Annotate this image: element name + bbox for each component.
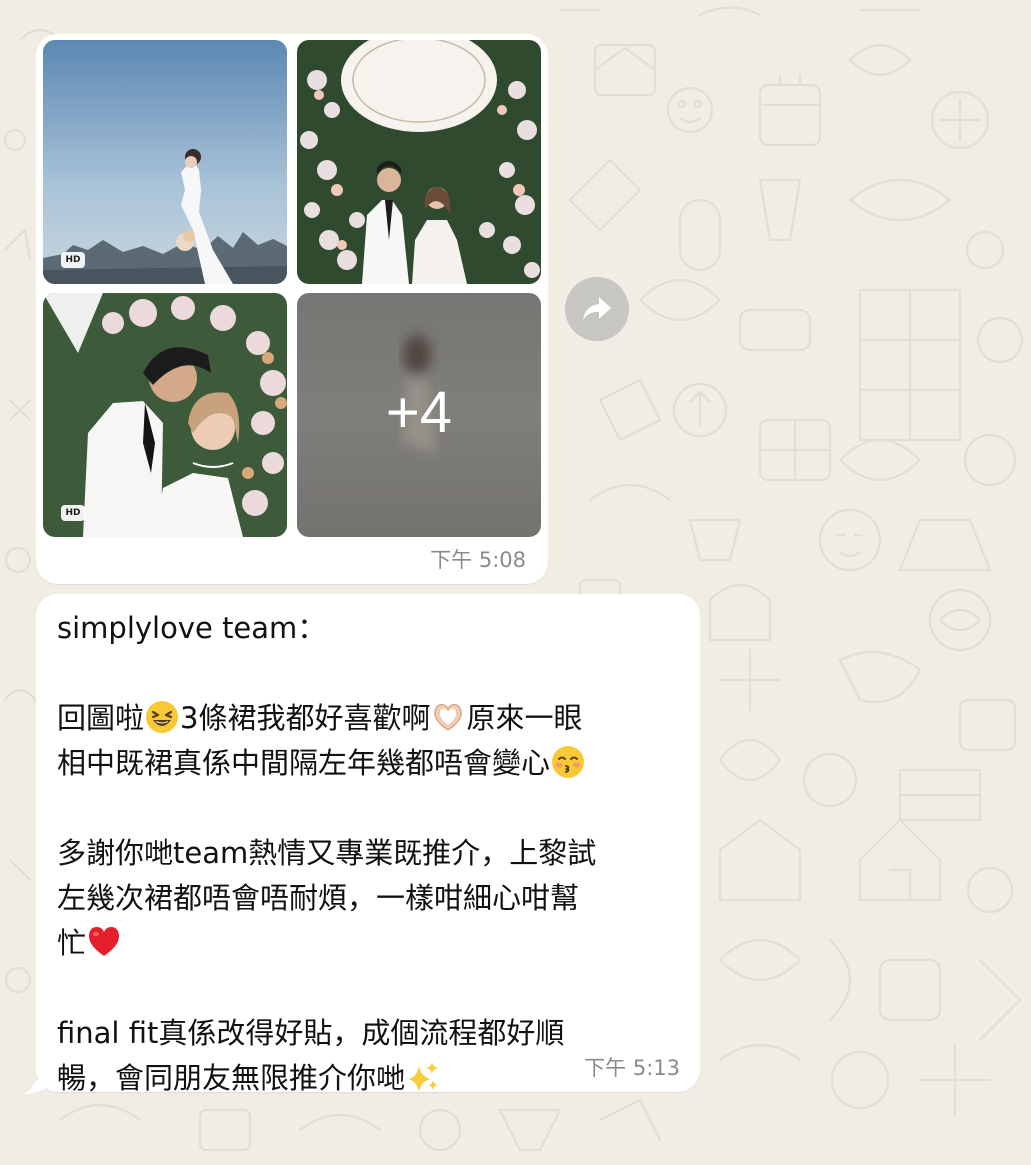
- message-line: 忙: [57, 921, 687, 966]
- photo-thumbnail-more[interactable]: +4: [297, 293, 541, 537]
- photo-couple-floral-wall: [297, 40, 541, 284]
- album-timestamp: 下午 5:08: [430, 548, 526, 572]
- message-body: simplylove team： 回圖啦 3條裙我都好喜歡啊 原來一眼 相中既裙真係…: [57, 606, 687, 1101]
- message-fragment: 相中既裙真係中間隔左年幾都唔會變心: [57, 746, 551, 780]
- bubble-tail: [24, 1080, 46, 1094]
- message-line: final fit真係改得好貼，成個流程都好順: [57, 1016, 565, 1050]
- message-fragment: 回圖啦: [57, 701, 145, 735]
- media-album-message[interactable]: HD HD +4 下午 5:08: [36, 34, 548, 584]
- photo-couple-embrace: [43, 293, 287, 537]
- heart-hands-icon: [431, 700, 465, 734]
- message-line: 回圖啦 3條裙我都好喜歡啊 原來一眼: [57, 696, 687, 741]
- sparkles-icon: [406, 1060, 440, 1094]
- message-line: 多謝你哋team熱情又專業既推介，上黎試: [57, 836, 597, 870]
- photo-thumbnail-1[interactable]: HD: [43, 40, 287, 284]
- hd-badge: HD: [61, 252, 85, 268]
- message-timestamp: 下午 5:13: [584, 1056, 680, 1080]
- red-heart-icon: [87, 925, 121, 959]
- message-fragment: 暢，會同朋友無限推介你哋: [57, 1061, 406, 1095]
- forward-button[interactable]: [565, 277, 629, 341]
- hd-badge: HD: [61, 505, 85, 521]
- kissing-face-icon: [551, 745, 585, 779]
- message-fragment: 原來一眼: [466, 701, 583, 735]
- message-line: 相中既裙真係中間隔左年幾都唔會變心: [57, 741, 687, 786]
- message-sender-line: simplylove team：: [57, 611, 327, 645]
- laughing-face-icon: [145, 700, 179, 734]
- message-fragment: 3條裙我都好喜歡啊: [180, 701, 431, 735]
- photo-bride-skyline: [43, 40, 287, 284]
- photo-thumbnail-3[interactable]: HD: [43, 293, 287, 537]
- photo-thumbnail-2[interactable]: [297, 40, 541, 284]
- message-line: 左幾次裙都唔會唔耐煩，一樣咁細心咁幫: [57, 881, 580, 915]
- message-fragment: 忙: [57, 926, 87, 960]
- forward-icon: [583, 297, 611, 320]
- text-message[interactable]: simplylove team： 回圖啦 3條裙我都好喜歡啊 原來一眼 相中既裙真係…: [36, 594, 700, 1095]
- more-photos-count: +4: [297, 293, 541, 537]
